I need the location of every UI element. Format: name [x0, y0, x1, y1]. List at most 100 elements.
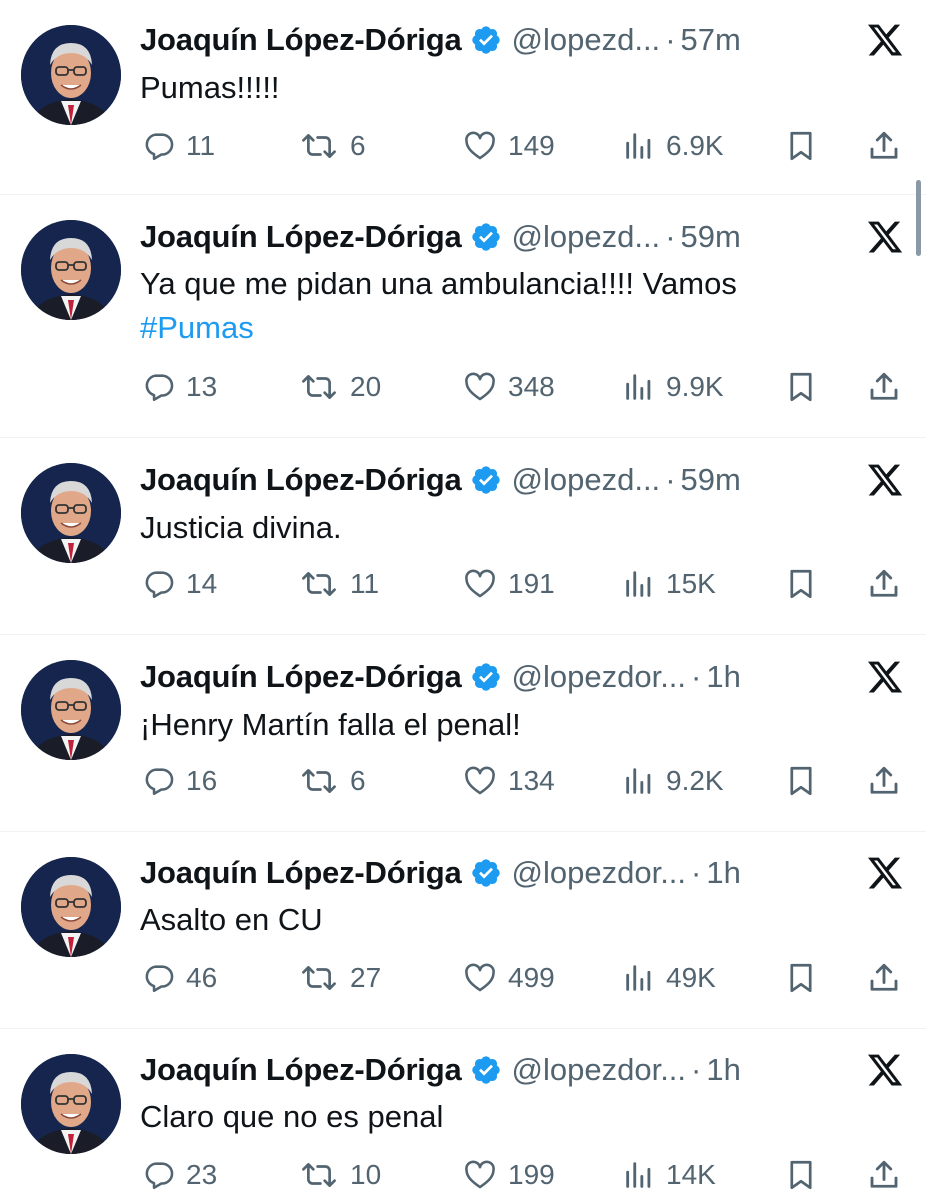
- reply-button[interactable]: 46: [142, 956, 217, 1000]
- tweet-text-content: ¡Henry Martín falla el penal!: [140, 707, 521, 742]
- tweet-header: Joaquín López-Dóriga @lopezdor... · 1h: [140, 657, 741, 697]
- bookmark-button[interactable]: [784, 124, 818, 168]
- like-button[interactable]: 149: [462, 124, 555, 168]
- tweet[interactable]: Joaquín López-Dóriga @lopezdor... · 1h ¡…: [0, 635, 926, 832]
- avatar[interactable]: [21, 25, 121, 125]
- share-button[interactable]: [866, 365, 902, 409]
- author-name[interactable]: Joaquín López-Dóriga: [140, 1052, 462, 1088]
- reply-count: 23: [186, 1159, 218, 1190]
- hashtag-link[interactable]: #Pumas: [140, 310, 254, 345]
- tweet-text: Justicia divina.: [140, 506, 342, 550]
- retweet-icon: [302, 375, 336, 399]
- share-button[interactable]: [866, 956, 902, 1000]
- author-name[interactable]: Joaquín López-Dóriga: [140, 219, 462, 255]
- scrollbar-thumb[interactable]: [916, 180, 921, 256]
- tweet[interactable]: Joaquín López-Dóriga @lopezd... · 57m Pu…: [0, 0, 926, 195]
- like-count: 348: [508, 371, 555, 402]
- reply-button[interactable]: 13: [142, 365, 217, 409]
- timestamp[interactable]: 1h: [706, 855, 740, 891]
- retweet-count: 27: [350, 962, 382, 993]
- tweet-feed: Joaquín López-Dóriga @lopezd... · 57m Pu…: [0, 0, 926, 1200]
- retweet-icon: [302, 966, 336, 990]
- like-button[interactable]: 499: [462, 956, 555, 1000]
- avatar[interactable]: [21, 1054, 121, 1154]
- bookmark-button[interactable]: [784, 562, 818, 606]
- verified-badge-icon: [470, 661, 502, 693]
- author-handle[interactable]: @lopezdor...: [512, 855, 687, 891]
- action-bar: 23 10 199 14K: [0, 1153, 926, 1197]
- like-button[interactable]: 191: [462, 562, 555, 606]
- bookmark-button[interactable]: [784, 956, 818, 1000]
- author-handle[interactable]: @lopezd...: [512, 22, 661, 58]
- timestamp[interactable]: 1h: [706, 1052, 740, 1088]
- view-count: 14K: [666, 1159, 716, 1190]
- reply-button[interactable]: 11: [142, 124, 215, 168]
- tweet-text-content: Claro que no es penal: [140, 1099, 444, 1134]
- view-count: 15K: [666, 568, 716, 599]
- views-button[interactable]: 9.2K: [622, 759, 724, 803]
- avatar[interactable]: [21, 660, 121, 760]
- like-button[interactable]: 199: [462, 1153, 555, 1197]
- reply-button[interactable]: 23: [142, 1153, 217, 1197]
- like-count: 191: [508, 568, 555, 599]
- reply-count: 46: [186, 962, 218, 993]
- heart-icon: [465, 766, 495, 795]
- author-name[interactable]: Joaquín López-Dóriga: [140, 659, 462, 695]
- views-button[interactable]: 15K: [622, 562, 716, 606]
- author-name[interactable]: Joaquín López-Dóriga: [140, 462, 462, 498]
- author-handle[interactable]: @lopezdor...: [512, 659, 687, 695]
- views-button[interactable]: 14K: [622, 1153, 716, 1197]
- like-button[interactable]: 134: [462, 759, 555, 803]
- separator-dot: ·: [665, 219, 676, 254]
- avatar[interactable]: [21, 463, 121, 563]
- avatar-image: [21, 25, 121, 125]
- separator-dot: ·: [691, 1052, 702, 1087]
- author-handle[interactable]: @lopezdor...: [512, 1052, 687, 1088]
- retweet-button[interactable]: 20: [298, 365, 381, 409]
- share-button[interactable]: [866, 124, 902, 168]
- views-button[interactable]: 6.9K: [622, 124, 724, 168]
- share-button[interactable]: [866, 1153, 902, 1197]
- reply-count: 14: [186, 568, 218, 599]
- reply-icon: [145, 374, 174, 402]
- avatar[interactable]: [21, 857, 121, 957]
- x-logo-icon: [866, 1051, 904, 1089]
- retweet-button[interactable]: 11: [298, 562, 379, 606]
- tweet[interactable]: Joaquín López-Dóriga @lopezd... · 59m Ya…: [0, 195, 926, 438]
- tweet[interactable]: Joaquín López-Dóriga @lopezd... · 59m Ju…: [0, 438, 926, 635]
- reply-button[interactable]: 14: [142, 562, 217, 606]
- timestamp[interactable]: 59m: [681, 462, 741, 498]
- tweet[interactable]: Joaquín López-Dóriga @lopezdor... · 1h C…: [0, 1029, 926, 1200]
- author-handle[interactable]: @lopezd...: [512, 219, 661, 255]
- like-button[interactable]: 348: [462, 365, 555, 409]
- action-bar: 46 27 499 49K: [0, 956, 926, 1000]
- avatar[interactable]: [21, 220, 121, 320]
- share-button[interactable]: [866, 562, 902, 606]
- views-icon: [626, 133, 651, 159]
- bookmark-button[interactable]: [784, 365, 818, 409]
- views-button[interactable]: 49K: [622, 956, 716, 1000]
- author-handle[interactable]: @lopezd...: [512, 462, 661, 498]
- retweet-button[interactable]: 6: [298, 759, 366, 803]
- timestamp[interactable]: 59m: [681, 219, 741, 255]
- bookmark-button[interactable]: [784, 759, 818, 803]
- author-name[interactable]: Joaquín López-Dóriga: [140, 22, 462, 58]
- tweet[interactable]: Joaquín López-Dóriga @lopezdor... · 1h A…: [0, 832, 926, 1029]
- share-button[interactable]: [866, 759, 902, 803]
- views-icon: [626, 374, 651, 400]
- author-name[interactable]: Joaquín López-Dóriga: [140, 855, 462, 891]
- timestamp[interactable]: 1h: [706, 659, 740, 695]
- reply-button[interactable]: 16: [142, 759, 217, 803]
- retweet-button[interactable]: 10: [298, 1153, 381, 1197]
- timestamp[interactable]: 57m: [681, 22, 741, 58]
- bookmark-button[interactable]: [784, 1153, 818, 1197]
- heart-icon: [465, 372, 495, 401]
- share-icon: [870, 766, 898, 794]
- retweet-icon: [302, 134, 336, 158]
- retweet-button[interactable]: 6: [298, 124, 366, 168]
- verified-badge-icon: [470, 857, 502, 889]
- retweet-button[interactable]: 27: [298, 956, 381, 1000]
- view-count: 49K: [666, 962, 716, 993]
- views-button[interactable]: 9.9K: [622, 365, 724, 409]
- separator-dot: ·: [691, 659, 702, 694]
